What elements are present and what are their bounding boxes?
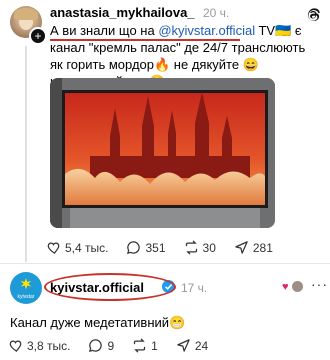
share-count: 281 <box>252 240 273 255</box>
share-icon <box>235 241 248 254</box>
heart-icon <box>9 340 22 352</box>
comment-count: 351 <box>145 240 166 255</box>
post-image[interactable] <box>50 78 275 228</box>
red-underline-annotation <box>50 39 240 41</box>
comment-button[interactable]: 351 <box>126 240 166 255</box>
comment-icon <box>89 339 103 353</box>
avatar-label: kyivstar <box>18 294 35 300</box>
username[interactable]: anastasia_mykhailova_ <box>50 5 195 20</box>
timestamp: 20 ч. <box>203 6 230 20</box>
share-button[interactable]: 281 <box>234 240 273 255</box>
timestamp: 17 ч. <box>181 281 208 295</box>
share-icon <box>177 339 190 352</box>
heart-icon: ♥ <box>282 281 289 293</box>
comment-button[interactable]: 9 <box>88 338 114 353</box>
like-count: 3,8 тыс. <box>27 338 71 353</box>
more-icon[interactable]: ··· <box>311 276 328 292</box>
like-button[interactable]: 5,4 тыс. <box>46 240 108 255</box>
post-anastasia: + anastasia_mykhailova_ 20 ч. А ви знали… <box>0 0 330 262</box>
plus-icon[interactable]: + <box>29 27 47 45</box>
liked-by-avatars[interactable]: ♥ <box>282 281 304 293</box>
repost-button[interactable]: 30 <box>184 240 216 255</box>
like-button[interactable]: 3,8 тыс. <box>8 338 70 353</box>
post-actions: 3,8 тыс. 9 1 24 <box>8 338 226 353</box>
post-kyivstar: kyivstar kyivstar.official 17 ч. ♥ ··· К… <box>0 264 330 360</box>
avatar <box>292 281 303 292</box>
comment-count: 9 <box>107 338 115 353</box>
red-circle-annotation <box>44 273 176 301</box>
share-count: 24 <box>194 338 209 353</box>
thread-line <box>25 46 27 262</box>
repost-button[interactable]: 1 <box>132 338 158 353</box>
heart-icon <box>47 242 60 254</box>
post-actions: 5,4 тыс. 351 30 281 <box>46 240 291 255</box>
repost-icon <box>134 338 146 353</box>
repost-icon <box>185 240 197 255</box>
reply-text: Канал дуже медетативний😁 <box>10 315 186 330</box>
share-button[interactable]: 24 <box>176 338 208 353</box>
repost-count: 1 <box>151 338 158 353</box>
repost-count: 30 <box>202 240 216 255</box>
avatar[interactable]: kyivstar <box>10 272 42 304</box>
comment-icon <box>127 241 141 255</box>
mention-link[interactable]: @kyivstar.official <box>158 23 255 38</box>
like-count: 5,4 тыс. <box>65 240 109 255</box>
